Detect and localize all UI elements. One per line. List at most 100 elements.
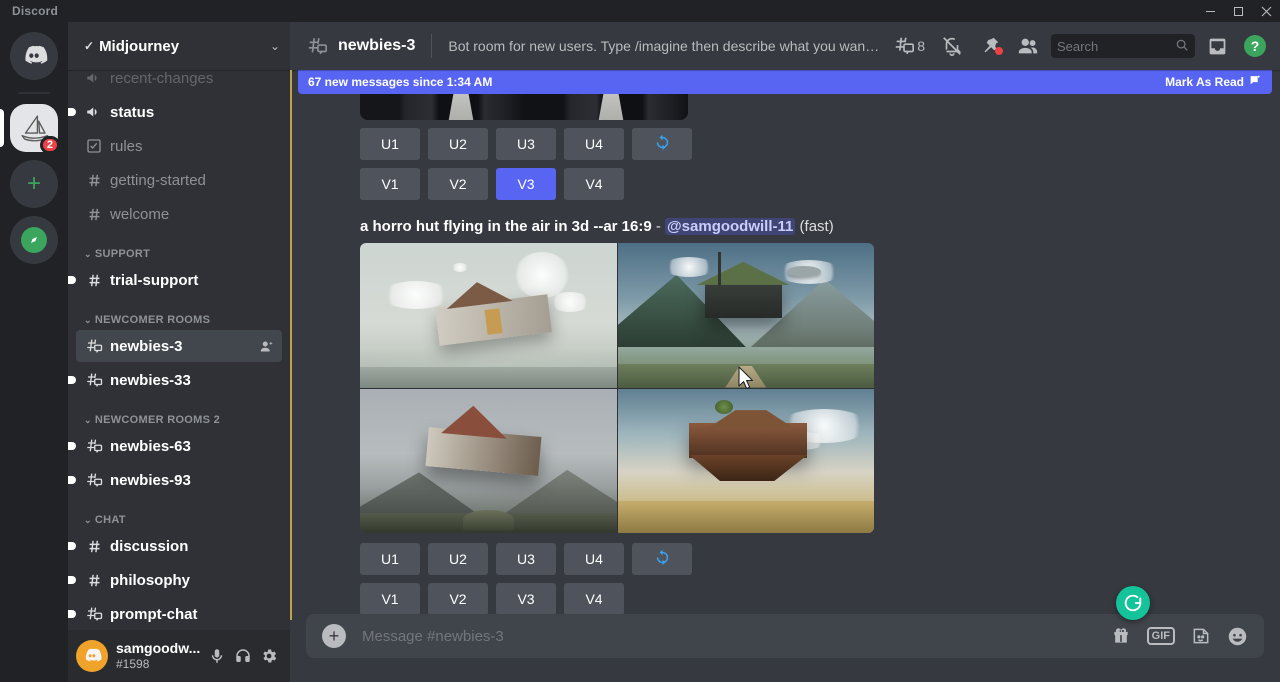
button-v4[interactable]: V4: [564, 583, 624, 614]
pin-icon[interactable]: [975, 35, 1005, 57]
channel-topic[interactable]: Bot room for new users. Type /imagine th…: [448, 38, 881, 54]
button-u3[interactable]: U3: [496, 543, 556, 575]
button-v1[interactable]: V1: [360, 583, 420, 614]
button-v3[interactable]: V3: [496, 168, 556, 200]
sidebar-item-newbies-93[interactable]: newbies-93: [76, 464, 282, 496]
category-chat[interactable]: ⌄ CHAT: [76, 498, 282, 530]
close-button[interactable]: [1252, 0, 1280, 22]
server-midjourney[interactable]: 2: [10, 104, 58, 152]
chevron-down-icon: ⌄: [84, 515, 92, 526]
hash-icon: [84, 570, 104, 590]
message-current: a horro hut flying in the air in 3d --ar…: [290, 218, 1272, 614]
button-u4[interactable]: U4: [564, 543, 624, 575]
sidebar-item-philosophy[interactable]: philosophy: [76, 564, 282, 596]
gift-icon[interactable]: [1111, 626, 1131, 646]
prompt-separator: -: [656, 218, 661, 235]
button-v3[interactable]: V3: [496, 583, 556, 614]
plus-circle-icon[interactable]: +: [322, 624, 346, 648]
home-button[interactable]: [10, 32, 58, 80]
message-composer[interactable]: + Message #newbies-3 GIF: [306, 614, 1264, 658]
refresh-icon: [654, 549, 671, 569]
category-newcomer-rooms-2[interactable]: ⌄ NEWCOMER ROOMS 2: [76, 398, 282, 430]
button-reroll[interactable]: [632, 543, 692, 575]
add-server-button[interactable]: +: [10, 160, 58, 208]
composer-icons: GIF: [1111, 626, 1248, 647]
button-u2[interactable]: U2: [428, 128, 488, 160]
category-newcomer-rooms[interactable]: ⌄ NEWCOMER ROOMS: [76, 298, 282, 330]
generated-image-4[interactable]: [618, 389, 875, 534]
sidebar-item-label: discussion: [110, 538, 274, 555]
grammarly-icon[interactable]: [1116, 586, 1150, 620]
sidebar-item-trial-support[interactable]: trial-support: [76, 264, 282, 296]
sidebar-item-label: newbies-3: [110, 338, 252, 355]
emoji-icon[interactable]: [1227, 626, 1248, 647]
headphones-icon[interactable]: [230, 643, 256, 669]
sidebar-item-prompt-chat[interactable]: prompt-chat: [76, 598, 282, 630]
sidebar-item-discussion[interactable]: discussion: [76, 530, 282, 562]
mark-as-read-button[interactable]: Mark As Read: [1165, 74, 1262, 90]
gear-icon[interactable]: [256, 643, 282, 669]
unread-dot: [68, 576, 76, 584]
mark-as-read-label: Mark As Read: [1165, 75, 1244, 89]
button-u2[interactable]: U2: [428, 543, 488, 575]
user-mention[interactable]: @samgoodwill-11: [665, 218, 795, 235]
button-u3[interactable]: U3: [496, 128, 556, 160]
unread-dot: [68, 610, 76, 618]
main-content: newbies-3 Bot room for new users. Type /…: [290, 22, 1280, 682]
prompt-mode: (fast): [800, 218, 834, 235]
sidebar-item-newbies-63[interactable]: newbies-63: [76, 430, 282, 462]
members-icon[interactable]: [1013, 35, 1043, 57]
message-prompt: a horro hut flying in the air in 3d --ar…: [360, 218, 1272, 235]
sidebar-item-label: philosophy: [110, 572, 274, 589]
button-v4[interactable]: V4: [564, 168, 624, 200]
sidebar-item-rules[interactable]: rules: [76, 130, 282, 162]
active-server-pill: [0, 109, 4, 147]
sticker-icon[interactable]: [1191, 626, 1211, 646]
maximize-button[interactable]: [1224, 0, 1252, 22]
sidebar-item-recent-changes[interactable]: recent-changes: [76, 70, 282, 94]
generated-image-1[interactable]: [360, 243, 617, 388]
gif-button[interactable]: GIF: [1147, 627, 1175, 645]
avatar[interactable]: [76, 640, 108, 672]
explore-servers-button[interactable]: [10, 216, 58, 264]
sidebar-item-newbies-33[interactable]: newbies-33: [76, 364, 282, 396]
button-v1[interactable]: V1: [360, 168, 420, 200]
search-input[interactable]: Search: [1051, 34, 1195, 58]
hash-icon: [84, 536, 104, 556]
help-icon[interactable]: ?: [1240, 35, 1270, 57]
unread-badge: 2: [40, 136, 60, 154]
announcement-icon: [84, 70, 104, 88]
message-list[interactable]: U1 U2 U3 U4 V1 V2 V3: [290, 70, 1280, 614]
button-u4[interactable]: U4: [564, 128, 624, 160]
button-v2[interactable]: V2: [428, 168, 488, 200]
unread-dot: [68, 476, 76, 484]
button-reroll[interactable]: [632, 128, 692, 160]
hash-thread-icon: [84, 436, 104, 456]
new-messages-banner[interactable]: 67 new messages since 1:34 AM Mark As Re…: [298, 70, 1272, 94]
button-u1[interactable]: U1: [360, 128, 420, 160]
category-support[interactable]: ⌄ SUPPORT: [76, 232, 282, 264]
generated-image-3[interactable]: [360, 389, 617, 534]
minimize-button[interactable]: [1196, 0, 1224, 22]
invite-member-icon[interactable]: [258, 338, 274, 354]
sidebar-item-newbies-3[interactable]: newbies-3: [76, 330, 282, 362]
sidebar-item-getting-started[interactable]: getting-started: [76, 164, 282, 196]
channel-list-scroll[interactable]: recent-changes status rules: [68, 70, 290, 630]
channel-header: newbies-3 Bot room for new users. Type /…: [290, 22, 1280, 70]
category-label: NEWCOMER ROOMS: [95, 314, 210, 326]
guild-header[interactable]: ✓ Midjourney ⌄: [68, 22, 290, 70]
sidebar-item-welcome[interactable]: welcome: [76, 198, 282, 230]
message-input[interactable]: Message #newbies-3: [362, 628, 1111, 645]
button-u1[interactable]: U1: [360, 543, 420, 575]
message-image-grid[interactable]: [360, 243, 874, 533]
unread-dot: [68, 542, 76, 550]
button-v2[interactable]: V2: [428, 583, 488, 614]
inbox-icon[interactable]: [1203, 36, 1232, 57]
sidebar-item-status[interactable]: status: [76, 96, 282, 128]
category-label: SUPPORT: [95, 248, 150, 260]
generated-image-2[interactable]: [618, 243, 875, 388]
threads-button[interactable]: 8: [889, 35, 929, 57]
bell-slash-icon[interactable]: [937, 35, 967, 57]
user-info[interactable]: samgoodw... #1598: [116, 640, 204, 671]
microphone-icon[interactable]: [204, 643, 230, 669]
